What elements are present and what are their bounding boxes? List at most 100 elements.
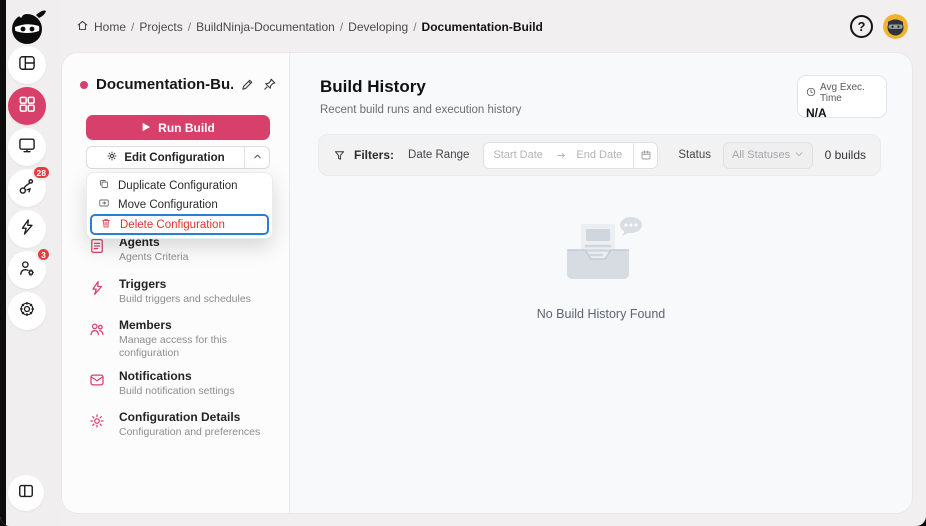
date-range-label: Date Range bbox=[408, 149, 470, 161]
gear-icon bbox=[106, 150, 118, 165]
run-build-label: Run Build bbox=[158, 120, 215, 135]
chevron-down-icon bbox=[794, 149, 804, 162]
breadcrumb-item-subproject[interactable]: Developing bbox=[348, 20, 408, 34]
menu-item-label: Duplicate Configuration bbox=[118, 179, 238, 192]
configuration-title-row: Documentation-Bu... bbox=[80, 76, 277, 93]
app-window: 28 3 Home / Projects / BuildNinja-Docume… bbox=[0, 0, 926, 526]
settings-gear-icon bbox=[17, 299, 37, 324]
builds-count: 0 builds bbox=[824, 148, 866, 162]
nav-item-subtitle: Agents Criteria bbox=[119, 251, 189, 263]
edit-configuration-label: Edit Configuration bbox=[124, 151, 225, 164]
copy-icon bbox=[98, 178, 110, 193]
date-range-picker[interactable]: Start Date End Date bbox=[483, 141, 659, 169]
page-subtitle: Recent build runs and execution history bbox=[320, 104, 522, 116]
menu-item-duplicate-configuration[interactable]: Duplicate Configuration bbox=[90, 176, 269, 195]
avatar[interactable] bbox=[883, 14, 908, 39]
breadcrumb-item-current: Documentation-Build bbox=[421, 19, 543, 34]
sidebar-item-monitor[interactable] bbox=[8, 128, 46, 166]
breadcrumb-separator: / bbox=[339, 19, 344, 34]
nav-item-title: Configuration Details bbox=[119, 410, 241, 424]
move-folder-icon bbox=[98, 197, 110, 212]
config-nav-triggers[interactable]: Triggers Build triggers and schedules bbox=[88, 277, 281, 306]
play-icon bbox=[141, 121, 151, 135]
sidebar-item-settings[interactable] bbox=[8, 292, 46, 330]
avg-exec-time-card: Avg Exec. Time N/A bbox=[797, 75, 887, 120]
edit-configuration-button[interactable]: Edit Configuration bbox=[86, 146, 270, 169]
breadcrumb-item-projects[interactable]: Projects bbox=[139, 20, 182, 34]
home-icon bbox=[76, 19, 89, 35]
mail-icon bbox=[88, 371, 106, 389]
breadcrumb-item-project[interactable]: BuildNinja-Documentation bbox=[196, 20, 335, 34]
nav-item-subtitle: Build notification settings bbox=[119, 385, 235, 397]
panel-toggle-icon bbox=[16, 481, 36, 506]
breadcrumb-separator: / bbox=[131, 19, 135, 34]
config-nav-members[interactable]: Members Manage access for this configura… bbox=[88, 318, 281, 359]
sidebar-item-actions[interactable] bbox=[8, 210, 46, 248]
build-history-panel: Build History Recent build runs and exec… bbox=[290, 53, 912, 513]
edit-configuration-caret[interactable] bbox=[244, 147, 269, 168]
edit-configuration-menu: Duplicate Configuration Move Configurati… bbox=[86, 172, 273, 239]
config-nav-notifications[interactable]: Notifications Build notification setting… bbox=[88, 369, 281, 398]
lightning-icon bbox=[17, 217, 37, 242]
pin-icon[interactable] bbox=[262, 77, 277, 92]
sidebar-item-user-management[interactable]: 3 bbox=[8, 247, 51, 289]
users-badge: 3 bbox=[36, 247, 51, 262]
trash-icon bbox=[100, 217, 112, 232]
empty-inbox-icon bbox=[553, 216, 649, 295]
empty-state-message: No Build History Found bbox=[536, 307, 666, 321]
edit-configuration-main[interactable]: Edit Configuration bbox=[87, 147, 244, 168]
nav-item-subtitle: Configuration and preferences bbox=[119, 426, 261, 438]
sidebar-item-collapse[interactable] bbox=[8, 475, 44, 511]
funnel-icon bbox=[333, 149, 346, 162]
members-icon bbox=[88, 320, 106, 338]
empty-state: No Build History Found bbox=[290, 216, 912, 321]
page-title: Build History bbox=[320, 77, 426, 96]
breadcrumb: Home / Projects / BuildNinja-Documentati… bbox=[76, 19, 543, 35]
breadcrumb-separator: / bbox=[187, 19, 192, 34]
content-card: Documentation-Bu... Run Build Edit Confi… bbox=[62, 53, 912, 513]
pipelines-badge: 28 bbox=[31, 165, 51, 180]
end-date-input[interactable]: End Date bbox=[567, 143, 633, 168]
start-date-input[interactable]: Start Date bbox=[484, 143, 556, 168]
menu-item-label: Delete Configuration bbox=[120, 218, 225, 231]
status-select-value: All Statuses bbox=[732, 149, 791, 161]
menu-item-move-configuration[interactable]: Move Configuration bbox=[90, 195, 269, 214]
filters-label: Filters: bbox=[354, 148, 395, 162]
config-gear-icon bbox=[88, 412, 106, 430]
avg-exec-time-value: N/A bbox=[806, 106, 827, 120]
calendar-icon[interactable] bbox=[633, 142, 657, 168]
sidebar-item-dashboard[interactable] bbox=[8, 46, 46, 84]
trigger-lightning-icon bbox=[88, 279, 106, 297]
nav-item-title: Notifications bbox=[119, 369, 192, 383]
left-rail: 28 3 bbox=[0, 0, 62, 526]
config-nav-configuration-details[interactable]: Configuration Details Configuration and … bbox=[88, 410, 281, 439]
sidebar-item-projects[interactable] bbox=[8, 87, 46, 125]
sidebar-item-pipelines[interactable]: 28 bbox=[8, 165, 51, 207]
pipeline-branch-icon bbox=[17, 176, 37, 201]
arrow-right-icon bbox=[556, 143, 567, 168]
configuration-panel: Documentation-Bu... Run Build Edit Confi… bbox=[62, 53, 290, 513]
buildninja-logo bbox=[7, 6, 49, 48]
dashboard-layout-icon bbox=[17, 53, 37, 78]
breadcrumb-item-home[interactable]: Home bbox=[94, 20, 126, 34]
breadcrumb-separator: / bbox=[413, 19, 417, 34]
menu-item-label: Move Configuration bbox=[118, 198, 218, 211]
configuration-title: Documentation-Bu... bbox=[96, 76, 233, 93]
nav-item-subtitle: Build triggers and schedules bbox=[119, 293, 251, 305]
user-gear-icon bbox=[17, 258, 37, 283]
status-select[interactable]: All Statuses bbox=[723, 141, 813, 169]
help-button[interactable]: ? bbox=[850, 15, 873, 38]
clock-icon bbox=[806, 87, 816, 100]
run-build-button[interactable]: Run Build bbox=[86, 115, 270, 140]
config-nav-agents[interactable]: Agents Agents Criteria bbox=[88, 235, 281, 264]
menu-item-delete-configuration[interactable]: Delete Configuration bbox=[90, 214, 269, 235]
apps-grid-icon bbox=[17, 94, 37, 119]
nav-item-title: Members bbox=[119, 318, 172, 332]
filters-bar: Filters: Date Range Start Date End Date bbox=[318, 134, 881, 176]
top-bar: Home / Projects / BuildNinja-Documentati… bbox=[62, 0, 926, 53]
edit-pencil-icon[interactable] bbox=[240, 77, 255, 92]
avg-exec-time-label: Avg Exec. Time bbox=[820, 82, 865, 104]
nav-item-title: Triggers bbox=[119, 277, 167, 291]
status-label: Status bbox=[678, 149, 711, 161]
monitor-icon bbox=[17, 135, 37, 160]
